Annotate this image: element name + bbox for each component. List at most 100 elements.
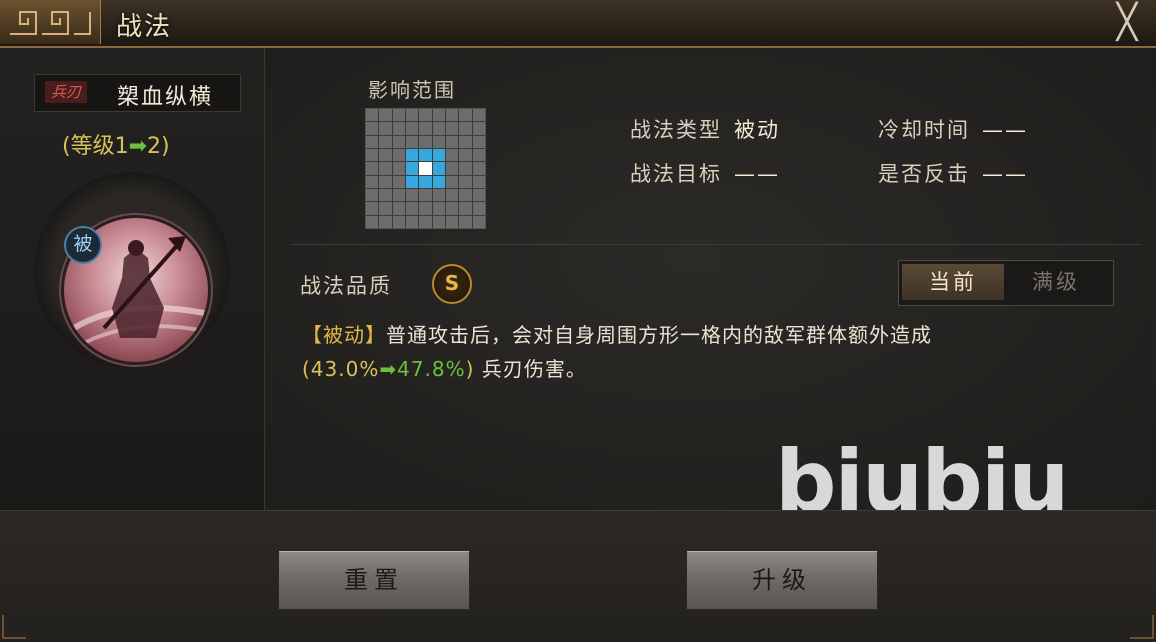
range-cell: [366, 215, 379, 228]
range-cell: [472, 215, 485, 228]
range-cell: [472, 162, 485, 175]
range-cell: [459, 188, 472, 202]
counter-label: 是否反击: [878, 162, 970, 186]
range-cell: [472, 122, 485, 135]
corner-ornament: [2, 615, 26, 639]
range-cell: [459, 162, 472, 175]
range-cell: [419, 188, 432, 202]
section-divider: [290, 244, 1140, 245]
range-cell: [445, 162, 459, 175]
range-cell: [472, 175, 485, 188]
toggle-max-level[interactable]: 满级: [1005, 264, 1107, 300]
range-cell: [419, 122, 432, 135]
range-cell: [366, 135, 379, 148]
range-cell: [445, 202, 459, 215]
range-cell: [405, 188, 419, 202]
bottom-bar: [0, 510, 1156, 642]
range-cell: [392, 215, 405, 228]
value-arrow-icon: ➡: [379, 357, 398, 381]
range-cell: [379, 162, 392, 175]
skill-dialog: 战法 ╳ 兵刃 槊血纵横 (等级1➡2) 被 影响范围 战法类型 被动 冷却时间 —…: [0, 0, 1156, 642]
level-arrow-icon: ➡: [128, 134, 148, 159]
range-cell: [392, 202, 405, 215]
range-cell: [445, 109, 459, 122]
range-cell: [405, 135, 419, 148]
range-cell: [379, 202, 392, 215]
range-cell: [419, 162, 432, 175]
range-cell: [405, 148, 419, 162]
skill-type-label: 战法类型: [630, 118, 722, 142]
range-cell: [392, 175, 405, 188]
range-cell: [445, 215, 459, 228]
range-cell: [405, 162, 419, 175]
range-cell: [405, 215, 419, 228]
title-bar: 战法 ╳: [0, 0, 1156, 48]
toggle-current[interactable]: 当前: [902, 264, 1004, 300]
range-grid: [365, 108, 486, 229]
quality-label: 战法品质: [300, 274, 392, 298]
target-label: 战法目标: [630, 162, 722, 186]
range-cell: [366, 122, 379, 135]
range-cell: [366, 109, 379, 122]
range-cell: [392, 188, 405, 202]
target-value: ——: [734, 162, 780, 186]
range-cell: [379, 109, 392, 122]
skill-description: 【被动】普通攻击后，会对自身周围方形一格内的敌军群体额外造成 (43.0%➡47…: [302, 318, 1102, 386]
range-cell: [405, 202, 419, 215]
range-cell: [459, 175, 472, 188]
range-cell: [366, 188, 379, 202]
range-cell: [419, 135, 432, 148]
range-cell: [392, 162, 405, 175]
range-cell: [419, 109, 432, 122]
range-cell: [472, 188, 485, 202]
counter-row: 是否反击 ——: [878, 158, 1028, 188]
level-to: 2): [147, 134, 170, 159]
range-cell: [472, 135, 485, 148]
description-tag: 【被动】: [302, 323, 386, 347]
range-cell: [405, 109, 419, 122]
reset-button[interactable]: 重置: [278, 550, 470, 610]
title-ornament: [0, 0, 101, 44]
passive-badge: 被: [64, 226, 102, 264]
range-cell: [366, 148, 379, 162]
upgrade-button[interactable]: 升级: [686, 550, 878, 610]
cooldown-value: ——: [982, 118, 1028, 142]
range-cell: [419, 148, 432, 162]
range-cell: [432, 162, 445, 175]
range-cell: [419, 215, 432, 228]
value-from: (43.0%: [302, 357, 380, 381]
range-cell: [379, 135, 392, 148]
range-cell: [432, 215, 445, 228]
range-cell: [472, 109, 485, 122]
range-cell: [392, 122, 405, 135]
range-cell: [366, 202, 379, 215]
range-cell: [379, 215, 392, 228]
range-cell: [459, 135, 472, 148]
range-cell: [459, 148, 472, 162]
range-cell: [445, 188, 459, 202]
range-cell: [432, 109, 445, 122]
damage-type-tag: 兵刃: [45, 81, 88, 103]
range-cell: [459, 122, 472, 135]
range-cell: [392, 109, 405, 122]
description-line1: 普通攻击后，会对自身周围方形一格内的敌军群体额外造成: [386, 323, 932, 347]
target-row: 战法目标 ——: [630, 158, 780, 188]
range-cell: [445, 135, 459, 148]
range-cell: [432, 202, 445, 215]
skill-name: 槊血纵横: [117, 85, 214, 110]
quality-grade-badge: S: [432, 264, 472, 304]
counter-value: ——: [982, 162, 1028, 186]
range-label: 影响范围: [368, 78, 456, 102]
range-cell: [432, 122, 445, 135]
range-cell: [432, 188, 445, 202]
level-toggle: 当前 满级: [898, 260, 1114, 306]
skill-type-value: 被动: [734, 118, 780, 142]
skill-level: (等级1➡2): [62, 128, 170, 160]
close-icon[interactable]: ╳: [1110, 5, 1144, 40]
range-cell: [379, 175, 392, 188]
range-cell: [366, 162, 379, 175]
range-cell: [419, 175, 432, 188]
skill-type-row: 战法类型 被动: [630, 114, 780, 144]
cooldown-label: 冷却时间: [878, 118, 970, 142]
range-cell: [445, 148, 459, 162]
